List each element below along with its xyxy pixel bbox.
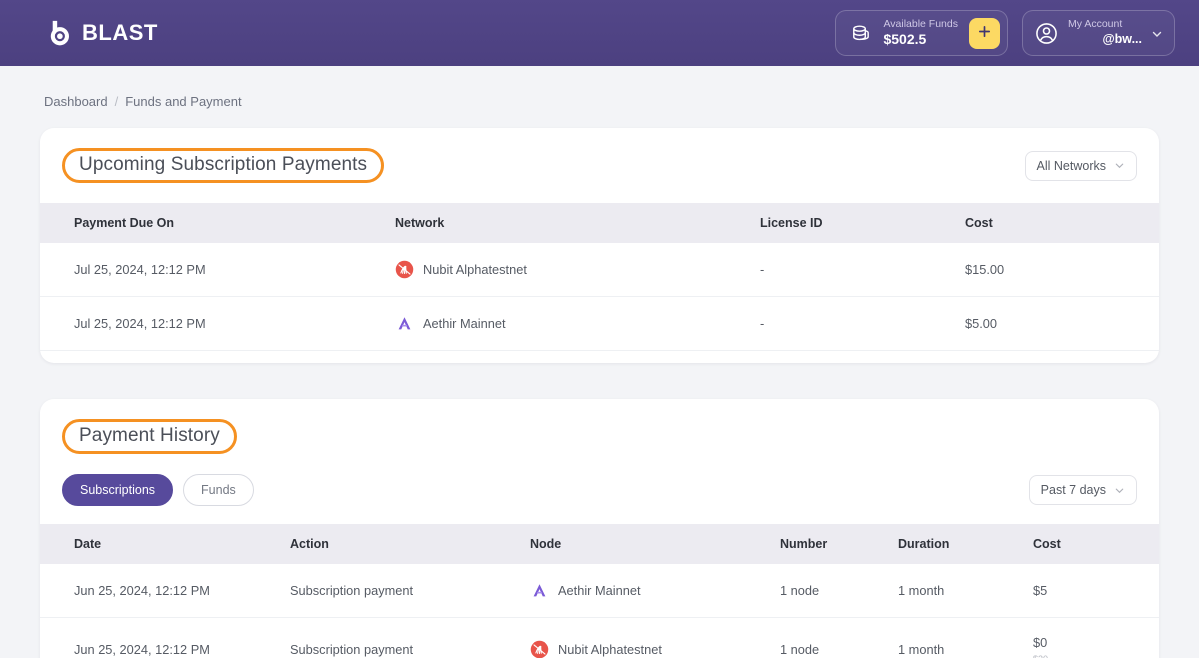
blast-logo-icon xyxy=(44,18,75,49)
date-range-filter[interactable]: Past 7 days xyxy=(1028,475,1137,505)
cell-date: Jun 25, 2024, 12:12 PM xyxy=(40,564,290,618)
my-account-label: My Account xyxy=(1068,18,1123,31)
chevron-down-icon xyxy=(1114,485,1125,496)
table-header-row: Date Action Node Number Duration Cost xyxy=(40,524,1159,564)
payment-history-section-title: Payment History xyxy=(79,425,220,446)
col-payment-due-on: Payment Due On xyxy=(40,203,395,243)
cost-value: $5 xyxy=(1033,582,1048,598)
table-row[interactable]: Jun 25, 2024, 12:12 PM Subscription paym… xyxy=(40,564,1159,618)
upcoming-section-title: Upcoming Subscription Payments xyxy=(79,154,368,175)
history-table-body: Jun 25, 2024, 12:12 PM Subscription paym… xyxy=(40,564,1159,658)
available-funds-widget[interactable]: Available Funds $502.5 xyxy=(835,10,1008,56)
breadcrumb-separator: / xyxy=(114,94,119,109)
cell-duration: 1 month xyxy=(898,617,1033,658)
col-cost: Cost xyxy=(965,203,1159,243)
account-handle: @bw... xyxy=(1102,32,1142,47)
payment-history-tabs: Subscriptions Funds Past 7 days xyxy=(40,454,1159,524)
cost-value: $0 xyxy=(1033,635,1048,650)
nubit-icon xyxy=(395,260,414,279)
col-duration: Duration xyxy=(898,524,1033,564)
tab-subscriptions[interactable]: Subscriptions xyxy=(62,474,174,506)
payment-history-title-annotation: Payment History xyxy=(62,419,237,454)
cell-number: 1 node xyxy=(780,564,898,618)
cell-duration: 1 month xyxy=(898,564,1033,618)
cell-action: Subscription payment xyxy=(290,564,530,618)
page-content: Dashboard / Funds and Payment Upcoming S… xyxy=(0,66,1199,658)
all-networks-filter[interactable]: All Networks xyxy=(1024,150,1137,181)
cell-node: Nubit Alphatestnet xyxy=(530,617,780,658)
my-account-menu[interactable]: My Account @bw... xyxy=(1022,10,1175,56)
available-funds-value: $502.5 xyxy=(883,31,927,48)
table-header-row: Payment Due On Network License ID Cost xyxy=(40,203,1159,243)
cell-node-label: Aethir Mainnet xyxy=(558,583,641,598)
cell-action: Subscription payment xyxy=(290,617,530,658)
breadcrumb-dashboard[interactable]: Dashboard xyxy=(44,94,108,109)
chevron-down-icon xyxy=(1151,27,1163,39)
cell-node-label: Nubit Alphatestnet xyxy=(558,642,662,658)
nubit-icon xyxy=(530,640,549,658)
cell-cost: $5.00 xyxy=(965,296,1159,351)
cell-network-label: Nubit Alphatestnet xyxy=(423,262,527,277)
cell-payment-due-on: Jul 25, 2024, 12:12 PM xyxy=(40,296,395,351)
payment-history-card: Payment History Subscriptions Funds Past… xyxy=(40,399,1159,658)
breadcrumb: Dashboard / Funds and Payment xyxy=(40,66,1159,109)
col-node: Node xyxy=(530,524,780,564)
upcoming-table-head: Payment Due On Network License ID Cost xyxy=(40,203,1159,243)
cell-node: Aethir Mainnet xyxy=(530,564,780,618)
cell-cost: $15.00 xyxy=(965,243,1159,297)
blast-logo-text: BLAST xyxy=(82,20,158,45)
available-funds-label: Available Funds xyxy=(883,17,958,30)
cell-payment-due-on: Jul 25, 2024, 12:12 PM xyxy=(40,243,395,297)
cell-license-id: - xyxy=(760,296,965,351)
col-license-id: License ID xyxy=(760,203,965,243)
blast-logo[interactable]: BLAST xyxy=(44,18,158,49)
col-network: Network xyxy=(395,203,760,243)
chevron-down-icon xyxy=(1114,160,1125,171)
col-cost: Cost xyxy=(1033,524,1159,564)
table-row[interactable]: Jul 25, 2024, 12:12 PM Nubit Alphatestne… xyxy=(40,243,1159,297)
col-action: Action xyxy=(290,524,530,564)
cell-cost: $0 $20 xyxy=(1033,617,1159,658)
cost-original-value: $20 xyxy=(1033,654,1159,658)
cell-network: Nubit Alphatestnet xyxy=(395,243,760,297)
table-row[interactable]: Jul 25, 2024, 12:12 PM Aethir Mainnet - … xyxy=(40,296,1159,351)
funds-text-group: Available Funds $502.5 xyxy=(883,18,958,48)
table-row[interactable]: Jun 25, 2024, 12:12 PM Subscription paym… xyxy=(40,617,1159,658)
col-number: Number xyxy=(780,524,898,564)
upcoming-card-header: Upcoming Subscription Payments All Netwo… xyxy=(40,128,1159,183)
col-date: Date xyxy=(40,524,290,564)
cell-number: 1 node xyxy=(780,617,898,658)
header-actions: Available Funds $502.5 My Account @bw... xyxy=(835,10,1175,56)
coins-icon xyxy=(849,22,872,45)
upcoming-payments-table: Payment Due On Network License ID Cost J… xyxy=(40,203,1159,351)
plus-icon xyxy=(977,24,992,42)
user-circle-icon xyxy=(1034,21,1059,46)
upcoming-table-body: Jul 25, 2024, 12:12 PM Nubit Alphatestne… xyxy=(40,243,1159,351)
cell-network-label: Aethir Mainnet xyxy=(423,316,506,331)
cell-license-id: - xyxy=(760,243,965,297)
add-funds-button[interactable] xyxy=(969,17,1000,49)
app-header: BLAST Available Funds $502.5 My Account … xyxy=(0,0,1199,66)
aethir-icon xyxy=(530,581,549,600)
upcoming-subscription-payments-card: Upcoming Subscription Payments All Netwo… xyxy=(40,128,1159,363)
upcoming-title-annotation: Upcoming Subscription Payments xyxy=(62,148,385,183)
payment-history-card-header: Payment History xyxy=(40,399,1159,454)
cell-date: Jun 25, 2024, 12:12 PM xyxy=(40,617,290,658)
breadcrumb-current: Funds and Payment xyxy=(125,94,242,109)
cell-network: Aethir Mainnet xyxy=(395,296,760,351)
cell-cost: $5 xyxy=(1033,564,1159,618)
all-networks-filter-label: All Networks xyxy=(1036,158,1106,173)
date-range-filter-label: Past 7 days xyxy=(1040,483,1106,497)
aethir-icon xyxy=(395,314,414,333)
payment-history-table: Date Action Node Number Duration Cost Ju… xyxy=(40,524,1159,658)
history-table-head: Date Action Node Number Duration Cost xyxy=(40,524,1159,564)
account-text-group: My Account @bw... xyxy=(1068,18,1142,48)
tab-funds[interactable]: Funds xyxy=(183,474,254,506)
